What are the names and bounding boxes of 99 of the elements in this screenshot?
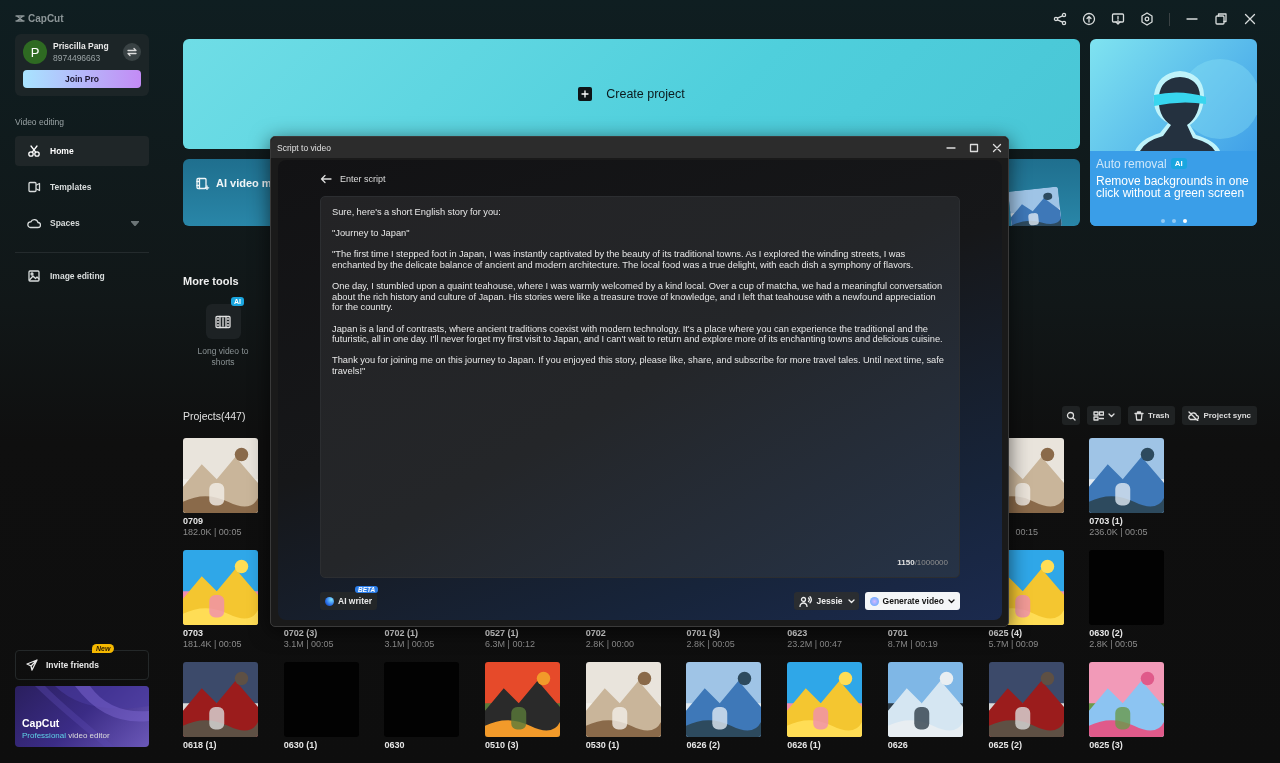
view-mode-button[interactable] (1087, 406, 1122, 425)
user-id: 8974496663 (53, 53, 102, 63)
orb-icon (869, 596, 879, 606)
search-icon (1066, 410, 1077, 421)
logo-icon (15, 13, 25, 23)
close-icon[interactable] (992, 142, 1002, 153)
tool-label: Long video to shorts (196, 346, 250, 368)
dialog-heading: Enter script (340, 174, 386, 184)
project-name: 0703 (183, 628, 205, 639)
project-info: 3.1M | 00:05 (283, 639, 335, 650)
project-info: 182.0K | 00:05 (183, 527, 243, 538)
character-count: 1150/1000000 (897, 558, 948, 567)
promo-tagline: Professional video editor (22, 731, 111, 740)
feature-title: Auto removal (1096, 156, 1167, 171)
project-info: 8.7M | 00:19 (887, 639, 939, 650)
template-icon (27, 180, 41, 194)
feedback-icon[interactable] (1111, 12, 1125, 27)
sidebar-item[interactable]: Spaces (15, 208, 149, 238)
sidebar-item[interactable]: Image editing (15, 261, 149, 291)
promo-card[interactable]: CapCut Professional video editor (15, 686, 149, 747)
project-info: 23.2M | 00:47 (787, 639, 843, 650)
settings-icon[interactable] (1140, 12, 1154, 27)
project-name: 0530 (1) (585, 740, 621, 751)
scissors-icon (27, 144, 41, 158)
voice-person-icon (798, 595, 812, 607)
project-info: 6.3M | 00:12 (485, 639, 536, 650)
project-name: 0626 (887, 740, 909, 751)
project-info: 2.8K | 00:00 (585, 639, 636, 650)
share-icon[interactable] (1053, 12, 1067, 27)
caret-icon (948, 598, 955, 604)
project-info: 00:15 (1014, 527, 1040, 538)
dropdown-caret-icon[interactable] (131, 220, 139, 226)
project-name: 0618 (1) (183, 740, 218, 751)
projects-heading: Projects(447) (183, 409, 246, 422)
project-name: 0625 (4) (988, 628, 1024, 639)
section-heading: More tools (183, 274, 239, 287)
project-name: 0630 (1) (283, 740, 319, 751)
project-name: 0701 (887, 628, 909, 639)
project-name: 0703 (1) (1089, 516, 1124, 527)
switch-account-button[interactable] (123, 43, 141, 61)
join-pro-button[interactable]: Join Pro (23, 70, 141, 88)
section-label: Video editing (15, 117, 65, 129)
feature-description: Remove backgrounds in one click without a green screen (1096, 174, 1250, 200)
project-info: 5.7M | 00:09 (988, 639, 1040, 650)
project-name: 0626 (1) (787, 740, 822, 751)
orb-icon (325, 596, 334, 606)
project-name: 0626 (2) (686, 740, 721, 751)
project-name: 0623 (787, 628, 809, 639)
search-button[interactable] (1062, 406, 1081, 425)
project-info: 2.8K | 00:05 (1089, 639, 1139, 650)
avatar: P (23, 40, 47, 64)
cloud-sync-icon (1188, 410, 1200, 421)
carousel-dot[interactable] (1160, 218, 1165, 223)
project-name: 0630 (2) (1089, 628, 1124, 639)
paper-plane-icon (26, 659, 38, 671)
film-icon (196, 176, 210, 190)
project-name: 0510 (3) (485, 740, 520, 751)
maximize-icon[interactable] (969, 142, 979, 153)
project-name: 0702 (1) (384, 628, 419, 639)
project-name: 0527 (1) (485, 628, 520, 639)
plus-icon (581, 89, 590, 98)
restore-icon[interactable] (1214, 12, 1228, 27)
generate-video-button[interactable]: Generate video (864, 592, 960, 610)
split-video-icon (215, 314, 231, 329)
project-name: 0625 (2) (988, 740, 1024, 751)
user-name: Priscilla Pang (53, 41, 110, 51)
close-icon[interactable] (1243, 12, 1257, 27)
project-name: 0709 (183, 516, 205, 527)
image-icon (27, 269, 41, 283)
trash-icon (1134, 410, 1145, 421)
trash-button[interactable]: Trash (1128, 406, 1176, 425)
sidebar-item[interactable]: Templates (15, 172, 149, 202)
project-name: 0625 (3) (1089, 740, 1124, 751)
project-info: 3.1M | 00:05 (384, 639, 436, 650)
carousel-dot[interactable] (1171, 218, 1176, 223)
app-logo-text: CapCut (28, 12, 64, 24)
project-name: 0702 (585, 628, 607, 639)
project-sync-button[interactable]: Project sync (1182, 406, 1257, 425)
caret-icon (1108, 413, 1116, 418)
promo-title: CapCut (22, 717, 61, 729)
script-field[interactable]: Sure, here's a short English story for you: "Journey to Japan" "The first time I stepped foot in Japan, I was instantly captivated by the beauty of its traditional towns. As I explored the winding streets, I was enchanted by the delicate balance of ancient and modern architecture. The local food was a true delight, with each dish a symphony of flavors. One day, I stumbled upon a quaint teahouse, where I was warmly welcomed by a kind local. Over a cup of matcha, we had a meaningful conversation about the rich history and culture of Japan. His stories were like a treasure trove of knowledge, and I left that teahouse with a newfound appreciation for the country. Japan is a land of contrasts, where ancient traditions coexist with modern technology. It's a place where you can experience the traditional and the futuristic, all in one day. I'll never forget my first visit to Japan, and I can't wait to return and explore more of its enchanting towns and delicious cuisine. Thank you for joining me on this journey to Japan. If you enjoyed this story, please like, share, and subscribe for more travel tales. Until next time, safe travels!" 1150/1000000 (320, 196, 960, 578)
project-name: 0702 (3) (283, 628, 319, 639)
grid-view-icon (1093, 410, 1105, 421)
upload-icon[interactable] (1082, 12, 1096, 27)
tool-tile[interactable] (205, 304, 241, 339)
project-info: 2.8K | 00:05 (686, 639, 736, 650)
caret-icon (847, 598, 855, 604)
ai-badge: AI (1170, 158, 1187, 170)
project-info: 181.4K | 00:05 (183, 639, 243, 650)
cloud-icon (27, 216, 41, 230)
swap-icon (127, 47, 137, 57)
ai-writer-button[interactable]: AI writer (320, 592, 377, 610)
voice-dropdown[interactable]: Jessie (793, 592, 859, 610)
project-info: 236.0K | 00:05 (1089, 527, 1149, 538)
project-name: 0701 (3) (686, 628, 721, 639)
carousel-dot[interactable] (1182, 218, 1187, 223)
back-arrow-icon[interactable] (320, 174, 332, 184)
project-name: 0630 (384, 740, 406, 751)
sidebar-item[interactable]: Home (15, 136, 149, 166)
